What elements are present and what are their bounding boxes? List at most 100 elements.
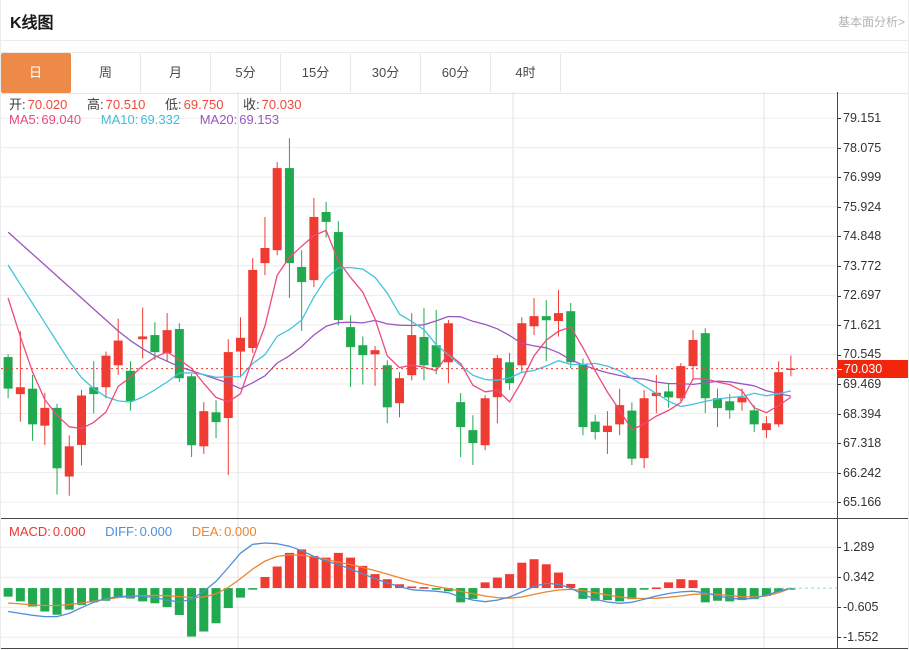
ma5-label: MA5: <box>9 112 40 127</box>
macd-bar <box>260 576 270 589</box>
macd-bar <box>651 587 661 590</box>
macd-bar <box>700 588 710 603</box>
candle-body <box>150 335 160 353</box>
high-label: 高: <box>87 97 104 112</box>
candle-body <box>113 340 123 366</box>
macd-bar <box>505 574 515 589</box>
pane-divider <box>1 518 908 519</box>
tab-4hour[interactable]: 4时 <box>491 53 561 93</box>
dea-value: 0.000 <box>224 524 257 539</box>
candle-body <box>3 357 13 389</box>
macd-bar <box>676 579 686 589</box>
candle-body <box>431 345 441 368</box>
kline-canvas[interactable] <box>1 92 837 649</box>
macd-info: MACD: 0.000 DIFF: 0.000 DEA: 0.000 <box>9 524 259 539</box>
candle-body <box>358 345 368 356</box>
candle-body <box>370 350 380 355</box>
candle-body <box>162 330 172 354</box>
candle-body <box>676 366 686 399</box>
diff-label: DIFF: <box>105 524 138 539</box>
diff-value: 0.000 <box>139 524 173 539</box>
axis-tick-label: 79.151 <box>837 110 881 126</box>
tab-month[interactable]: 月 <box>141 53 211 93</box>
diff-line <box>7 542 792 618</box>
candle-body <box>52 407 62 469</box>
low-value: 69.750 <box>183 97 224 112</box>
candle-body <box>333 232 343 320</box>
axis-tick-label: 66.242 <box>837 465 881 481</box>
macd-bar <box>358 565 368 589</box>
candle-body <box>566 311 576 363</box>
axis-tick-label: 71.621 <box>837 317 881 333</box>
ma20-label: MA20: <box>199 112 238 127</box>
candle-body <box>321 212 331 222</box>
macd-bar <box>64 588 74 610</box>
tab-30min[interactable]: 30分 <box>351 53 421 93</box>
candle-body <box>248 269 258 348</box>
period-tabs: 日 周 月 5分 15分 30分 60分 4时 <box>1 52 908 94</box>
candle-body <box>541 316 551 321</box>
macd-bar <box>138 588 148 602</box>
macd-bar <box>28 588 38 607</box>
axis-tick-label: -0.605 <box>837 599 878 615</box>
close-label: 收: <box>243 97 260 112</box>
header-divider <box>1 40 908 41</box>
candle-body <box>602 425 612 433</box>
dea-label: DEA: <box>191 524 223 539</box>
candle-body <box>395 378 404 404</box>
candle-body <box>578 363 588 428</box>
axis-tick-label: 72.697 <box>837 287 881 303</box>
axis-tick-label: 68.394 <box>837 406 881 422</box>
macd-bar <box>346 557 356 589</box>
ma20-value: 69.153 <box>239 112 280 127</box>
axis-tick-label: 1.289 <box>837 539 874 555</box>
current-price-badge: 70.030 <box>837 359 908 378</box>
macd-bar <box>529 559 539 589</box>
ma-info: MA5: 69.040 MA10: 69.332 MA20: 69.153 <box>9 112 281 127</box>
macd-bar <box>407 586 417 589</box>
tab-15min[interactable]: 15分 <box>281 53 351 93</box>
axis-tick-label: -1.552 <box>837 629 878 645</box>
axis-tick-label: 67.318 <box>837 435 881 451</box>
open-value: 70.020 <box>27 97 68 112</box>
candle-body <box>187 376 197 446</box>
macd-bar <box>187 588 197 637</box>
macd-bar <box>223 588 233 609</box>
ma5-value: 69.040 <box>41 112 82 127</box>
macd-bar <box>162 588 172 608</box>
candle-body <box>774 372 784 425</box>
candle-body <box>749 410 759 425</box>
page-title: K线图 <box>10 15 54 32</box>
candle-body <box>15 387 25 395</box>
candle-body <box>309 216 319 281</box>
macd-value: 0.000 <box>52 524 86 539</box>
macd-bar <box>419 587 429 589</box>
close-value: 70.030 <box>261 97 302 112</box>
candle-body <box>627 410 637 459</box>
candle-body <box>260 248 270 264</box>
axis-tick-label: 69.469 <box>837 376 881 392</box>
macd-bar <box>199 588 209 632</box>
axis-tick-label: 75.924 <box>837 199 881 215</box>
candle-body <box>664 391 674 398</box>
tab-5min[interactable]: 5分 <box>211 53 281 93</box>
macd-bar <box>40 588 50 612</box>
tab-60min[interactable]: 60分 <box>421 53 491 93</box>
open-label: 开: <box>9 97 26 112</box>
candle-body <box>725 401 735 411</box>
macd-bar <box>370 574 380 589</box>
macd-bar <box>15 588 25 602</box>
candle-body <box>40 407 50 426</box>
tab-day[interactable]: 日 <box>1 53 71 93</box>
candle-body <box>346 327 356 348</box>
macd-bar <box>615 588 625 602</box>
axis-tick-label: 73.772 <box>837 258 881 274</box>
axis-tick-label: 78.075 <box>837 140 881 156</box>
axis-tick-label: 65.166 <box>837 494 881 510</box>
tab-week[interactable]: 周 <box>71 53 141 93</box>
ma10-value: 69.332 <box>140 112 181 127</box>
candle-body <box>138 336 148 340</box>
candle-body <box>77 395 86 445</box>
candle-body <box>236 337 245 352</box>
macd-bar <box>272 566 282 589</box>
